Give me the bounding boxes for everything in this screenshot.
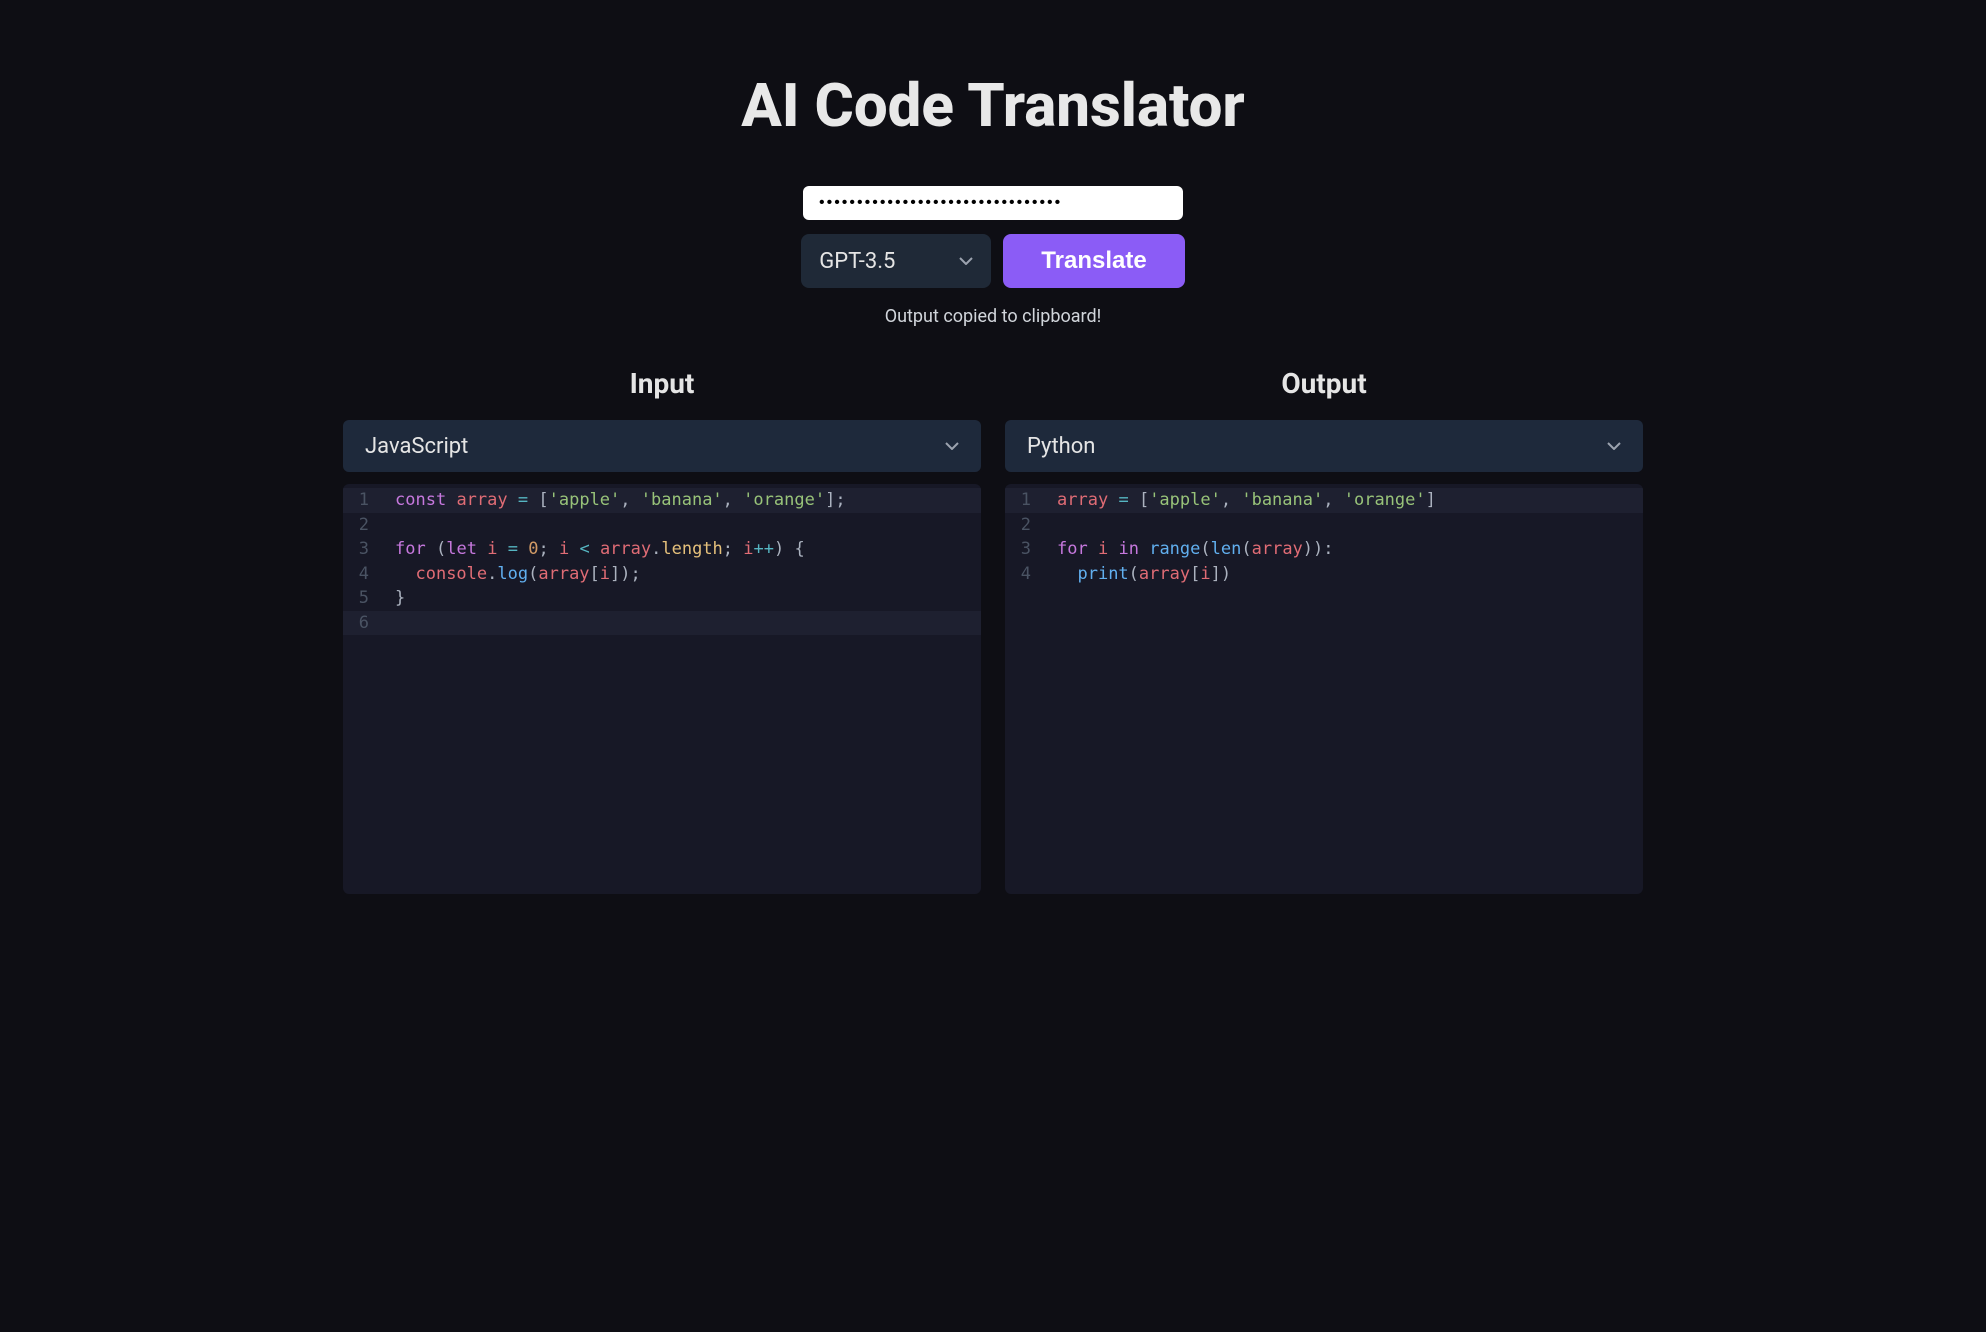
output-language-select[interactable]: Python [1005,420,1643,472]
chevron-down-icon [959,254,973,268]
line-number: 4 [1005,562,1043,587]
code-line: 2 [343,513,981,538]
input-panel-title: Input [343,367,981,400]
code-line: 1array = ['apple', 'banana', 'orange'] [1005,488,1643,513]
code-line: 5} [343,586,981,611]
page-title: AI Code Translator [343,70,1643,141]
line-content: for (let i = 0; i < array.length; i++) { [381,537,981,562]
input-language-label: JavaScript [365,434,945,459]
line-content: print(array[i]) [1043,562,1643,587]
output-panel-title: Output [1005,367,1643,400]
code-line: 3for i in range(len(array)): [1005,537,1643,562]
code-line: 3for (let i = 0; i < array.length; i++) … [343,537,981,562]
line-content [381,611,981,636]
model-select[interactable]: GPT-3.5 [801,234,991,288]
line-number: 6 [343,611,381,636]
line-number: 2 [1005,513,1043,538]
line-content: const array = ['apple', 'banana', 'orang… [381,488,981,513]
line-number: 4 [343,562,381,587]
line-number: 2 [343,513,381,538]
line-content [381,513,981,538]
line-content: array = ['apple', 'banana', 'orange'] [1043,488,1643,513]
line-content: for i in range(len(array)): [1043,537,1643,562]
line-number: 1 [1005,488,1043,513]
model-select-label: GPT-3.5 [819,249,959,274]
code-line: 6 [343,611,981,636]
api-key-input[interactable] [803,186,1183,220]
line-content: console.log(array[i]); [381,562,981,587]
controls-section: GPT-3.5 Translate Output copied to clipb… [343,186,1643,327]
input-language-select[interactable]: JavaScript [343,420,981,472]
code-line: 2 [1005,513,1643,538]
chevron-down-icon [1607,439,1621,453]
line-content: } [381,586,981,611]
status-message: Output copied to clipboard! [885,306,1102,327]
code-line: 1const array = ['apple', 'banana', 'oran… [343,488,981,513]
control-row: GPT-3.5 Translate [801,234,1184,288]
panels-container: Input JavaScript 1const array = ['apple'… [343,367,1643,894]
line-number: 3 [343,537,381,562]
code-line: 4 print(array[i]) [1005,562,1643,587]
code-line: 4 console.log(array[i]); [343,562,981,587]
line-content [1043,513,1643,538]
line-number: 5 [343,586,381,611]
input-code-editor[interactable]: 1const array = ['apple', 'banana', 'oran… [343,484,981,894]
chevron-down-icon [945,439,959,453]
line-number: 1 [343,488,381,513]
line-number: 3 [1005,537,1043,562]
output-language-label: Python [1027,434,1607,459]
translate-button[interactable]: Translate [1003,234,1184,288]
output-panel: Output Python 1array = ['apple', 'banana… [1005,367,1643,894]
input-panel: Input JavaScript 1const array = ['apple'… [343,367,981,894]
output-code-editor[interactable]: 1array = ['apple', 'banana', 'orange']23… [1005,484,1643,894]
